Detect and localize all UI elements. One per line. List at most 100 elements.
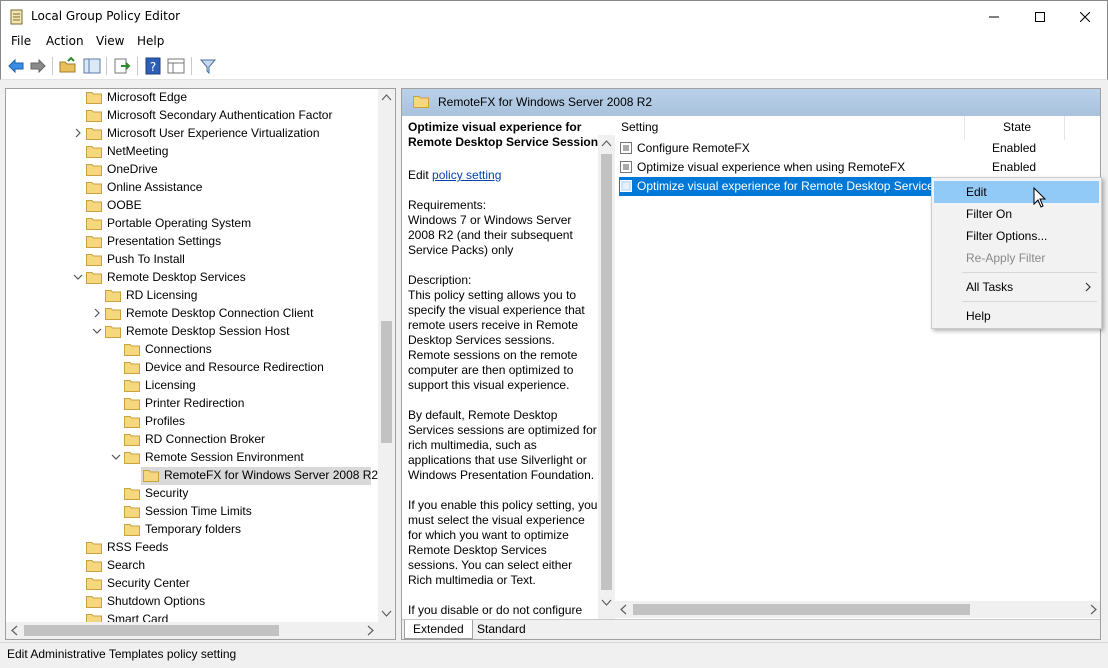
tree-item[interactable]: RemoteFX for Windows Server 2008 R2 [6, 467, 379, 485]
scroll-down-icon[interactable] [378, 605, 395, 622]
tree-item[interactable]: OneDrive [6, 161, 379, 179]
tree-item[interactable]: OOBE [6, 197, 379, 215]
setting-row[interactable]: Configure RemoteFX Enabled [619, 139, 1100, 158]
tree-item[interactable]: Device and Resource Redirection [6, 359, 379, 377]
folder-icon [86, 560, 102, 572]
tree-item-label: Device and Resource Redirection [145, 360, 324, 374]
tree-item[interactable]: Online Assistance [6, 179, 379, 197]
context-menu-help[interactable]: Help [934, 305, 1099, 327]
chevron-right-icon[interactable] [92, 308, 102, 318]
forward-icon[interactable] [29, 57, 47, 75]
context-menu-filter-options[interactable]: Filter Options... [934, 225, 1099, 247]
tree-item[interactable]: Microsoft Secondary Authentication Facto… [6, 107, 379, 125]
tree-vertical-scrollbar[interactable] [378, 89, 395, 624]
tree-item[interactable]: Search [6, 557, 379, 575]
folder-icon [86, 578, 102, 590]
tree-item[interactable]: Presentation Settings [6, 233, 379, 251]
setting-row[interactable]: Optimize visual experience when using Re… [619, 158, 1100, 177]
context-menu-filter-on[interactable]: Filter On [934, 203, 1099, 225]
properties-icon[interactable] [167, 57, 185, 75]
tree-item-label: Security Center [107, 576, 190, 590]
tree-pane[interactable]: Microsoft Edge Microsoft Secondary Authen… [5, 88, 396, 640]
tree-item-label: RSS Feeds [107, 540, 169, 554]
tree-item[interactable]: RSS Feeds [6, 539, 379, 557]
minimize-button[interactable] [971, 1, 1017, 32]
export-list-icon[interactable] [113, 57, 131, 75]
settings-horizontal-scrollbar[interactable] [615, 601, 1101, 618]
tab-standard[interactable]: Standard [469, 620, 534, 639]
chevron-right-icon[interactable] [73, 128, 83, 138]
scroll-left-icon[interactable] [615, 601, 632, 618]
tree-item-label: Presentation Settings [107, 234, 222, 248]
tree-item[interactable]: Remote Session Environment [6, 449, 379, 467]
settings-horizontal-scroll-thumb[interactable] [633, 604, 970, 615]
tree-vertical-scroll-thumb[interactable] [381, 321, 392, 443]
tree-item[interactable]: Microsoft Edge [6, 89, 379, 107]
chevron-down-icon[interactable] [92, 326, 102, 336]
menu-item-label: Edit [966, 185, 987, 199]
scroll-right-icon[interactable] [362, 622, 379, 639]
scroll-up-icon[interactable] [378, 89, 395, 106]
folder-icon [86, 272, 102, 284]
menu-help[interactable]: Help [137, 34, 164, 48]
tree-item[interactable]: Security Center [6, 575, 379, 593]
show-hide-tree-icon[interactable] [83, 57, 101, 75]
description-scroll-thumb[interactable] [601, 154, 612, 590]
tree-item[interactable]: Temporary folders [6, 521, 379, 539]
folder-icon [105, 290, 121, 302]
filter-icon[interactable] [199, 57, 217, 75]
column-header-state[interactable]: State [1003, 120, 1031, 134]
menu-file[interactable]: File [11, 34, 31, 48]
tree-item[interactable]: Portable Operating System [6, 215, 379, 233]
folder-icon [124, 344, 140, 356]
tree-item[interactable]: Security [6, 485, 379, 503]
folder-icon [86, 92, 102, 104]
folder-icon [124, 452, 140, 464]
tree-item[interactable]: Shutdown Options [6, 593, 379, 611]
menu-view[interactable]: View [96, 34, 124, 48]
tree-item-label: Push To Install [107, 252, 185, 266]
setting-name: Configure RemoteFX [637, 141, 750, 155]
tree-horizontal-scroll-thumb[interactable] [24, 625, 279, 636]
close-icon [1080, 11, 1090, 22]
back-icon[interactable] [7, 57, 25, 75]
scroll-up-icon[interactable] [598, 135, 615, 152]
tree-horizontal-scrollbar[interactable] [6, 622, 395, 639]
tree-item[interactable]: NetMeeting [6, 143, 379, 161]
folder-icon [124, 434, 140, 446]
tree-item[interactable]: Printer Redirection [6, 395, 379, 413]
tree-item[interactable]: RD Licensing [6, 287, 379, 305]
help-icon[interactable]: ? [144, 57, 162, 75]
tree-item-label: Shutdown Options [107, 594, 206, 608]
tree-item[interactable]: Connections [6, 341, 379, 359]
folder-icon [105, 326, 121, 338]
tree-item-label: Microsoft Secondary Authentication Facto… [107, 108, 333, 122]
tree-item[interactable]: Remote Desktop Session Host [6, 323, 379, 341]
chevron-down-icon[interactable] [111, 452, 121, 462]
menu-action[interactable]: Action [46, 34, 84, 48]
policy-setting-link[interactable]: policy setting [432, 168, 501, 182]
tree-item[interactable]: Remote Desktop Connection Client [6, 305, 379, 323]
tree-item[interactable]: Licensing [6, 377, 379, 395]
description-scrollbar[interactable] [598, 135, 615, 619]
close-button[interactable] [1062, 1, 1108, 32]
scroll-right-icon[interactable] [1085, 601, 1101, 618]
chevron-down-icon[interactable] [73, 272, 83, 282]
tree-item[interactable]: RD Connection Broker [6, 431, 379, 449]
tab-extended[interactable]: Extended [404, 620, 473, 639]
tree-item[interactable]: Microsoft User Experience Virtualization [6, 125, 379, 143]
scroll-down-icon[interactable] [598, 594, 615, 611]
up-folder-icon[interactable] [59, 57, 77, 75]
tree-item[interactable]: Push To Install [6, 251, 379, 269]
setting-name: Optimize visual experience for Remote De… [637, 179, 946, 193]
scroll-left-icon[interactable] [6, 622, 23, 639]
tree-item[interactable]: Profiles [6, 413, 379, 431]
column-header-setting[interactable]: Setting [621, 120, 658, 134]
maximize-button[interactable] [1017, 1, 1063, 32]
edit-policy-line: Edit policy setting [408, 168, 598, 183]
tree-item-label: Remote Desktop Connection Client [126, 306, 314, 320]
context-menu-edit[interactable]: Edit [934, 181, 1099, 203]
context-menu-all-tasks[interactable]: All Tasks [934, 276, 1099, 298]
tree-item[interactable]: Remote Desktop Services [6, 269, 379, 287]
tree-item[interactable]: Session Time Limits [6, 503, 379, 521]
